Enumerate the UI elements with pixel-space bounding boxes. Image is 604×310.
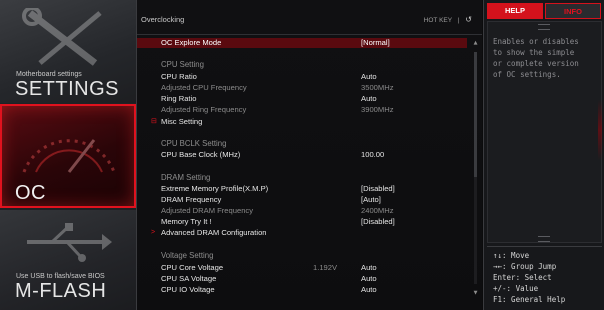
setting-value[interactable]: [Disabled] xyxy=(361,217,395,227)
key-legend-line: +/-: Value xyxy=(493,284,539,293)
key-legend: ↑↓: Move →←: Group Jump Enter: Select +/… xyxy=(493,250,601,305)
oc-tile[interactable]: OC xyxy=(0,104,136,208)
help-line: of OC settings. xyxy=(493,70,561,79)
hotkey-separator: | xyxy=(457,17,460,24)
settings-subtitle: Motherboard settings xyxy=(16,71,82,78)
setting-row[interactable]: CPU IO Voltage Auto xyxy=(137,285,467,295)
setting-row: Adjusted DRAM Frequency 2400MHz xyxy=(137,206,467,216)
setting-value[interactable]: [Normal] xyxy=(361,38,390,48)
setting-row[interactable]: CPU Core Voltage 1.192V Auto xyxy=(137,263,467,273)
setting-value: 2400MHz xyxy=(361,206,394,215)
tools-icon xyxy=(22,8,102,66)
setting-row[interactable]: Ring Ratio Auto xyxy=(137,94,467,104)
submenu-arrow-icon: > xyxy=(151,229,156,236)
breadcrumb: Overclocking xyxy=(141,15,185,24)
sidebar: Motherboard settings SETTINGS OC Use USB… xyxy=(0,0,137,310)
scrollbar[interactable]: ▲ ▼ xyxy=(473,38,478,300)
setting-label: Advanced DRAM Configuration xyxy=(161,228,267,237)
section-header: CPU BCLK Setting xyxy=(137,139,467,149)
setting-value[interactable]: [Auto] xyxy=(361,195,381,205)
key-legend-line: F1: General Help xyxy=(493,295,566,304)
mflash-title: M-FLASH xyxy=(15,280,107,302)
panel-handle-top-icon[interactable] xyxy=(538,24,550,30)
setting-value[interactable]: Auto xyxy=(361,274,377,284)
setting-label: CPU SA Voltage xyxy=(161,274,217,283)
setting-readout: 1.192V xyxy=(313,263,338,272)
setting-label: Extreme Memory Profile(X.M.P) xyxy=(161,184,269,193)
main-panel: Overclocking HOT KEY | ↺ OC Explore Mode… xyxy=(137,0,482,310)
setting-row[interactable]: CPU Ratio Auto xyxy=(137,72,467,82)
usb-icon xyxy=(27,223,112,262)
tab-info[interactable]: INFO xyxy=(545,3,601,19)
hotkey-area[interactable]: HOT KEY | ↺ xyxy=(424,15,472,24)
setting-label: DRAM Frequency xyxy=(161,195,222,204)
hotkey-label[interactable]: HOT KEY xyxy=(424,17,452,24)
setting-row[interactable]: Extreme Memory Profile(X.M.P) [Disabled] xyxy=(137,184,467,194)
setting-label: Ring Ratio xyxy=(161,94,197,103)
key-legend-line: ↑↓: Move xyxy=(493,251,530,260)
setting-label: Memory Try It ! xyxy=(161,217,212,226)
section-title: CPU Setting xyxy=(161,60,204,69)
setting-value: 3900MHz xyxy=(361,105,394,114)
top-bar: Overclocking HOT KEY | ↺ xyxy=(137,4,482,35)
scroll-thumb[interactable] xyxy=(474,52,477,177)
back-icon[interactable]: ↺ xyxy=(465,15,472,24)
decorative-accent xyxy=(598,100,602,160)
setting-row[interactable]: OC Explore Mode [Normal] xyxy=(137,38,467,48)
setting-row[interactable]: CPU SA Voltage Auto xyxy=(137,274,467,284)
setting-value[interactable]: Auto xyxy=(361,72,377,82)
setting-label: CPU IO Voltage xyxy=(161,285,215,294)
setting-label: OC Explore Mode xyxy=(161,38,222,47)
setting-value: 3500MHz xyxy=(361,83,394,92)
setting-row[interactable]: Memory Try It ! [Disabled] xyxy=(137,217,467,227)
setting-row: Adjusted CPU Frequency 3500MHz xyxy=(137,83,467,93)
key-legend-line: Enter: Select xyxy=(493,273,552,282)
setting-label: CPU Ratio xyxy=(161,72,197,81)
help-line: to show the simple xyxy=(493,48,575,57)
setting-value[interactable]: 100.00 xyxy=(361,150,384,160)
setting-label: CPU Core Voltage xyxy=(161,263,224,272)
setting-row[interactable]: > Advanced DRAM Configuration xyxy=(137,228,467,238)
setting-row: Adjusted Ring Frequency 3900MHz xyxy=(137,105,467,115)
settings-tile[interactable]: Motherboard settings SETTINGS xyxy=(0,0,136,103)
setting-label: Misc Setting xyxy=(161,117,203,126)
section-header: DRAM Setting xyxy=(137,173,467,183)
help-divider xyxy=(487,246,602,247)
scroll-down-icon[interactable]: ▼ xyxy=(473,290,478,296)
setting-row[interactable]: DRAM Frequency [Auto] xyxy=(137,195,467,205)
setting-row[interactable]: ⊟ Misc Setting xyxy=(137,117,467,127)
settings-list: OC Explore Mode [Normal] CPU Setting CPU Ra… xyxy=(137,36,472,308)
help-line: Enables or disables xyxy=(493,37,579,46)
submenu-collapse-icon: ⊟ xyxy=(151,118,157,125)
setting-value[interactable]: [Disabled] xyxy=(361,184,395,194)
mflash-tile[interactable]: Use USB to flash/save BIOS M-FLASH xyxy=(0,210,136,310)
key-legend-line: →←: Group Jump xyxy=(493,262,557,271)
tab-help[interactable]: HELP xyxy=(487,3,543,19)
mflash-subtitle: Use USB to flash/save BIOS xyxy=(16,273,105,280)
section-header: CPU Setting xyxy=(137,60,467,70)
setting-label: Adjusted DRAM Frequency xyxy=(161,206,254,215)
speedometer-icon xyxy=(22,139,116,173)
setting-label: Adjusted Ring Frequency xyxy=(161,105,247,114)
section-header: Voltage Setting xyxy=(137,251,467,261)
settings-title: SETTINGS xyxy=(15,78,120,100)
help-panel: HELP INFO Enables or disables to show th… xyxy=(483,0,604,310)
setting-row[interactable]: CPU Base Clock (MHz) 100.00 xyxy=(137,150,467,160)
section-title: Voltage Setting xyxy=(161,251,214,260)
setting-value[interactable]: Auto xyxy=(361,94,377,104)
help-tabs: HELP INFO xyxy=(487,3,602,19)
scroll-up-icon[interactable]: ▲ xyxy=(473,40,478,46)
section-title: DRAM Setting xyxy=(161,173,211,182)
help-line: or complete version xyxy=(493,59,579,68)
setting-label: CPU Base Clock (MHz) xyxy=(161,150,241,159)
setting-value[interactable]: Auto xyxy=(361,263,377,273)
setting-value[interactable]: Auto xyxy=(361,285,377,295)
section-title: CPU BCLK Setting xyxy=(161,139,227,148)
setting-label: Adjusted CPU Frequency xyxy=(161,83,247,92)
panel-handle-bottom-icon[interactable] xyxy=(538,236,550,242)
help-description: Enables or disables to show the simple o… xyxy=(493,36,597,80)
oc-title: OC xyxy=(15,182,46,204)
